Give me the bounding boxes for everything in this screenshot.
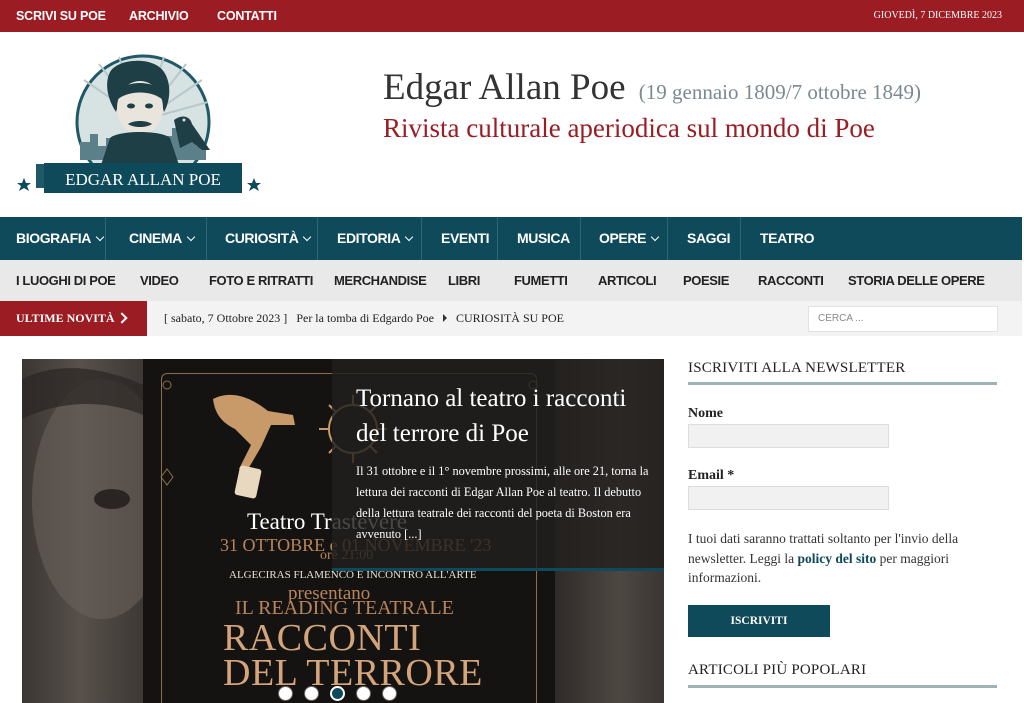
privacy-policy-link[interactable]: policy del sito — [797, 551, 876, 566]
subnav-libri[interactable]: LIBRI — [448, 260, 480, 301]
subnav-luoghi-di-poe[interactable]: I LUOGHI DI POE — [16, 260, 116, 301]
current-date: GIOVEDÌ, 7 DICEMBRE 2023 — [873, 10, 1002, 21]
email-field[interactable] — [688, 486, 889, 510]
slider-dot-5[interactable] — [382, 686, 397, 701]
site-tagline: Rivista culturale aperiodica sul mondo d… — [383, 113, 875, 143]
site-logo[interactable]: EDGAR ALLAN POE — [14, 50, 264, 200]
name-field[interactable] — [688, 424, 889, 448]
chevron-down-icon — [303, 232, 312, 242]
nav-opere[interactable]: OPERE — [599, 217, 660, 260]
slider-dot-2[interactable] — [304, 686, 319, 701]
ticker-headline[interactable]: Per la tomba di Edgardo Poe — [296, 311, 434, 325]
heading-divider — [688, 685, 997, 688]
nav-curiosita[interactable]: CURIOSITÀ — [225, 217, 312, 260]
newsletter-heading: ISCRIVITI ALLA NEWSLETTER — [688, 360, 906, 376]
name-label: Nome — [688, 406, 723, 421]
subnav-racconti[interactable]: RACCONTI — [758, 260, 824, 301]
slider-dot-3[interactable] — [330, 686, 345, 701]
slider-dot-4[interactable] — [356, 686, 371, 701]
ticker-item[interactable]: [ sabato, 7 Ottobre 2023 ] Per la tomba … — [164, 301, 564, 336]
nav-musica[interactable]: MUSICA — [517, 217, 570, 260]
subnav-fumetti[interactable]: FUMETTI — [514, 260, 568, 301]
privacy-notice: I tuoi dati saranno trattati soltanto pe… — [688, 531, 959, 585]
slide-excerpt: Il 31 ottobre e il 1° novembre prossimi,… — [356, 464, 649, 541]
search-input[interactable]: CERCA ... — [808, 306, 998, 332]
featured-slider[interactable]: Teatro Trastevere 31 OTTOBRE e 01 NOVEMB… — [22, 359, 664, 703]
slide-title[interactable]: Tornano al teatro i racconti del terrore… — [356, 381, 656, 451]
nav-saggi[interactable]: SAGGI — [687, 217, 731, 260]
email-label: Email * — [688, 468, 735, 483]
nav-cinema[interactable]: CINEMA — [129, 217, 196, 260]
site-title-dates: (19 gennaio 1809/7 ottobre 1849) — [638, 80, 922, 104]
chevron-down-icon — [405, 232, 414, 242]
subnav-merchandise[interactable]: MERCHANDISE — [334, 260, 427, 301]
nav-eventi[interactable]: EVENTI — [441, 217, 490, 260]
subscribe-button[interactable]: ISCRIVITI — [688, 605, 830, 637]
chevron-down-icon — [95, 232, 105, 242]
logo-text: EDGAR ALLAN POE — [65, 170, 221, 189]
nav-editoria[interactable]: EDITORIA — [337, 217, 414, 260]
nav-teatro[interactable]: TEATRO — [760, 217, 815, 260]
chevron-right-icon — [116, 312, 128, 324]
slide-caption: Tornano al teatro i racconti del terrore… — [332, 359, 664, 571]
topnav-contatti[interactable]: CONTATTI — [217, 0, 277, 32]
ticker-label: ULTIME NOVITÀ — [0, 301, 147, 336]
news-ticker: ULTIME NOVITÀ [ sabato, 7 Ottobre 2023 ]… — [0, 301, 1022, 336]
subnav-articoli[interactable]: ARTICOLI — [598, 260, 657, 301]
top-bar: SCRIVI SU POE ARCHIVIO CONTATTI GIOVEDÌ,… — [0, 0, 1024, 32]
nav-biografia[interactable]: BIOGRAFIA — [16, 217, 105, 260]
ticker-category[interactable]: CURIOSITÀ SU POE — [456, 311, 564, 325]
popular-articles-heading: ARTICOLI PIÙ POPOLARI — [688, 662, 867, 678]
subnav-video[interactable]: VIDEO — [140, 260, 179, 301]
topnav-scrivi-su-poe[interactable]: SCRIVI SU POE — [16, 0, 106, 32]
heading-divider — [688, 382, 997, 385]
chevron-down-icon — [186, 232, 196, 242]
site-title-name: Edgar Allan Poe — [383, 67, 626, 108]
topnav-archivio[interactable]: ARCHIVIO — [129, 0, 189, 32]
slide-background-portrait — [22, 359, 172, 703]
slider-dot-1[interactable] — [278, 686, 293, 701]
subnav-storia-delle-opere[interactable]: STORIA DELLE OPERE — [848, 260, 985, 301]
chevron-down-icon — [650, 232, 660, 242]
poster-show-title: RACCONTI DEL TERRORE — [223, 617, 483, 694]
secondary-navigation: I LUOGHI DI POE VIDEO FOTO E RITRATTI ME… — [0, 260, 1022, 301]
subnav-poesie[interactable]: POESIE — [683, 260, 729, 301]
ticker-date: [ sabato, 7 Ottobre 2023 ] — [164, 311, 288, 325]
subnav-foto-e-ritratti[interactable]: FOTO E RITRATTI — [209, 260, 313, 301]
site-title[interactable]: Edgar Allan Poe (19 gennaio 1809/7 ottob… — [383, 66, 921, 109]
main-navigation: BIOGRAFIA CINEMA CURIOSITÀ EDITORIA EVEN… — [0, 217, 1022, 260]
caret-right-icon — [442, 314, 447, 322]
